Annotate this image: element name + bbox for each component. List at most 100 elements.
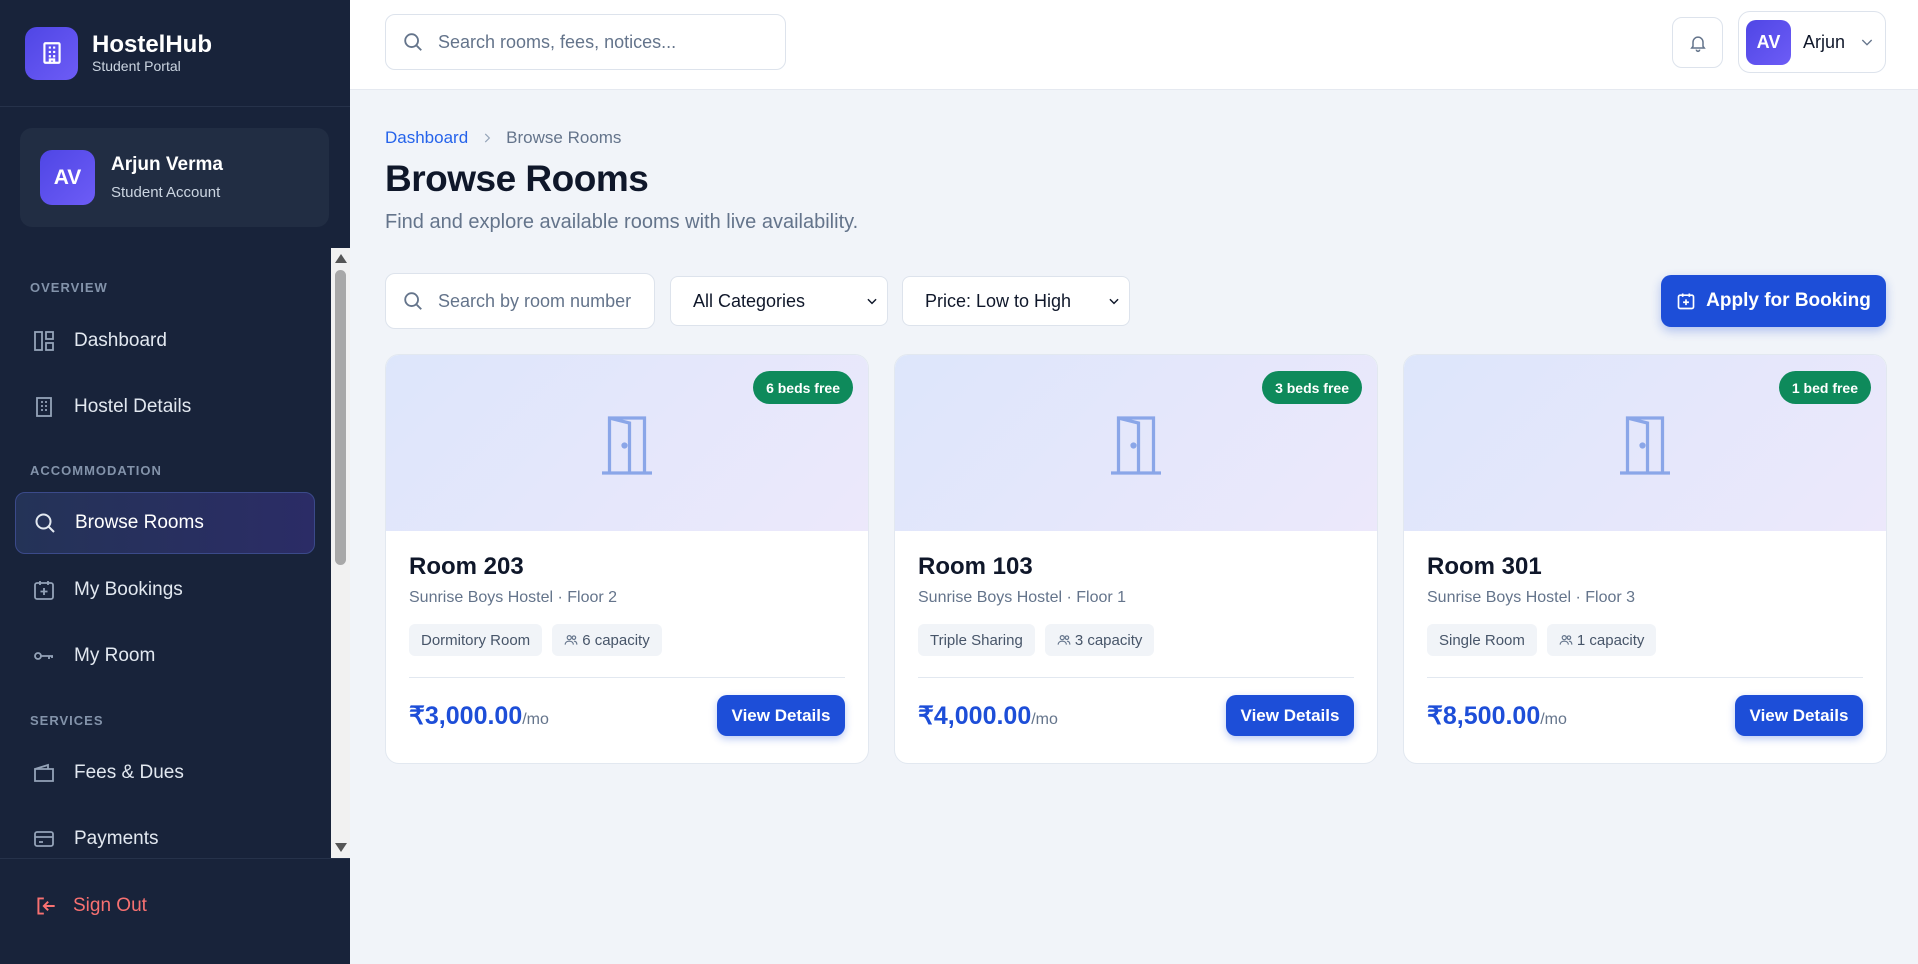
users-icon: [564, 633, 578, 647]
breadcrumb-dashboard-link[interactable]: Dashboard: [385, 128, 468, 148]
user-card: AV Arjun Verma Student Account: [20, 128, 329, 227]
capacity-tag: 6 capacity: [552, 624, 662, 656]
user-name: Arjun Verma: [111, 154, 223, 175]
room-location: Sunrise Boys Hostel · Floor 1: [918, 589, 1127, 606]
sidebar-item-fees-dues[interactable]: Fees & Dues: [15, 742, 315, 804]
topbar: AV Arjun: [350, 0, 1918, 90]
capacity-label: 3 capacity: [1074, 631, 1143, 649]
capacity-tag: 3 capacity: [1044, 624, 1155, 656]
section-label-services: SERVICES: [30, 713, 104, 728]
user-role: Student Account: [111, 184, 221, 201]
profile-menu-button[interactable]: AV Arjun: [1738, 11, 1886, 73]
brand[interactable]: HostelHub Student Portal: [0, 0, 350, 107]
scroll-down-arrow-icon[interactable]: [335, 843, 347, 852]
sidebar-item-browse-rooms[interactable]: Browse Rooms: [15, 492, 315, 554]
sidebar-item-label: Browse Rooms: [75, 512, 204, 533]
breadcrumb-current: Browse Rooms: [506, 128, 622, 147]
availability-badge: 3 beds free: [1262, 371, 1362, 404]
sidebar-item-label: Hostel Details: [74, 396, 192, 417]
room-image: 1 bed free: [1404, 355, 1886, 531]
door-icon: [1106, 410, 1166, 476]
room-card[interactable]: 6 beds free Room 203 Sunrise Boys Hostel…: [385, 354, 869, 764]
room-price: ₹3,000.00/mo: [409, 701, 549, 730]
room-search-input[interactable]: [438, 290, 638, 312]
sidebar-item-label: Dashboard: [74, 330, 167, 351]
building-logo-icon: [25, 26, 78, 80]
capacity-label: 6 capacity: [582, 631, 650, 649]
room-location: Sunrise Boys Hostel · Floor 2: [409, 589, 618, 606]
door-icon: [597, 410, 657, 476]
room-card[interactable]: 3 beds free Room 103 Sunrise Boys Hostel…: [894, 354, 1378, 764]
view-details-button[interactable]: View Details: [1226, 695, 1354, 736]
credit-card-icon: [30, 825, 58, 853]
sign-out-label: Sign Out: [73, 895, 147, 916]
availability-badge: 1 bed free: [1778, 371, 1871, 404]
search-icon: [402, 290, 424, 312]
apply-for-booking-button[interactable]: Apply for Booking: [1661, 275, 1886, 327]
brand-subtitle: Student Portal: [92, 58, 181, 74]
sort-select[interactable]: Price: Low to High: [902, 276, 1130, 326]
chevron-down-icon: [865, 294, 879, 308]
scroll-up-arrow-icon[interactable]: [335, 254, 347, 263]
dashboard-icon: [30, 327, 58, 355]
category-select-value: All Categories: [693, 290, 806, 311]
avatar: AV: [40, 150, 95, 205]
search-icon: [402, 31, 424, 53]
room-search[interactable]: [385, 273, 655, 329]
sidebar-item-my-room[interactable]: My Room: [15, 625, 315, 687]
global-search-input[interactable]: [438, 31, 738, 53]
sign-out-button[interactable]: Sign Out: [33, 893, 147, 919]
chevron-down-icon: [1859, 34, 1875, 50]
sidebar-item-dashboard[interactable]: Dashboard: [15, 310, 315, 372]
capacity-tag: 1 capacity: [1546, 624, 1657, 656]
page-title: Browse Rooms: [385, 158, 649, 199]
category-select[interactable]: All Categories: [670, 276, 888, 326]
view-details-button[interactable]: View Details: [717, 695, 845, 736]
sort-select-value: Price: Low to High: [925, 290, 1072, 311]
scroll-thumb[interactable]: [335, 270, 346, 565]
sidebar-item-my-bookings[interactable]: My Bookings: [15, 559, 315, 621]
room-location: Sunrise Boys Hostel · Floor 3: [1427, 589, 1636, 606]
room-card[interactable]: 1 bed free Room 301 Sunrise Boys Hostel …: [1403, 354, 1887, 764]
room-image: 3 beds free: [895, 355, 1377, 531]
wallet-icon: [30, 759, 58, 787]
apply-for-booking-label: Apply for Booking: [1706, 290, 1871, 311]
room-price: ₹4,000.00/mo: [918, 701, 1058, 730]
logout-icon: [33, 893, 59, 919]
room-image: 6 beds free: [386, 355, 868, 531]
calendar-plus-icon: [1676, 291, 1696, 311]
room-type-tag: Single Room: [1427, 624, 1537, 656]
page-subtitle: Find and explore available rooms with li…: [385, 211, 859, 233]
room-price: ₹8,500.00/mo: [1427, 701, 1567, 730]
notifications-button[interactable]: [1672, 17, 1723, 68]
sidebar: HostelHub Student Portal AV Arjun Verma …: [0, 0, 350, 964]
room-name: Room 203: [409, 553, 524, 580]
room-type-tag: Triple Sharing: [918, 624, 1035, 656]
divider: [918, 677, 1354, 678]
room-type-tag: Dormitory Room: [409, 624, 543, 656]
key-icon: [30, 642, 58, 670]
sidebar-footer: Sign Out: [0, 858, 350, 964]
breadcrumb: Dashboard Browse Rooms: [385, 128, 621, 148]
divider: [409, 677, 845, 678]
building-icon: [30, 393, 58, 421]
capacity-label: 1 capacity: [1576, 631, 1645, 649]
chevron-down-icon: [1107, 294, 1121, 308]
avatar: AV: [1746, 19, 1791, 65]
sidebar-item-label: My Room: [74, 645, 156, 666]
global-search[interactable]: [385, 14, 786, 70]
sidebar-item-payments[interactable]: Payments: [15, 808, 315, 858]
section-label-overview: OVERVIEW: [30, 280, 108, 295]
brand-name: HostelHub: [92, 31, 212, 58]
sidebar-nav: OVERVIEW Dashboard Hostel Details ACCOMM…: [0, 248, 350, 858]
sidebar-item-label: Payments: [74, 828, 159, 849]
view-details-button[interactable]: View Details: [1735, 695, 1863, 736]
chevron-right-icon: [480, 131, 494, 145]
sidebar-item-label: My Bookings: [74, 579, 183, 600]
bell-icon: [1688, 33, 1708, 53]
calendar-plus-icon: [30, 576, 58, 604]
divider: [1427, 677, 1863, 678]
users-icon: [1559, 633, 1573, 647]
sidebar-item-hostel-details[interactable]: Hostel Details: [15, 376, 315, 438]
sidebar-scrollbar[interactable]: [331, 248, 350, 858]
